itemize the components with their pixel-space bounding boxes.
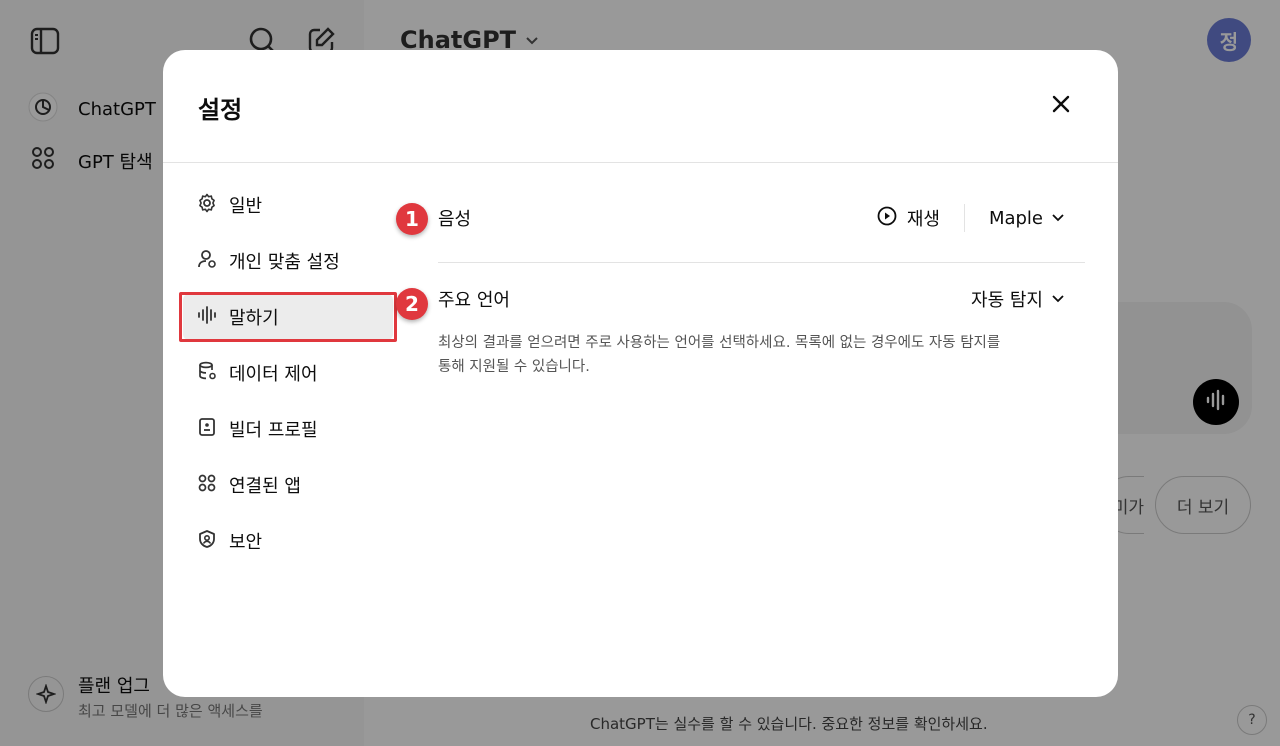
chevron-down-icon	[1051, 289, 1065, 310]
tab-label: 연결된 앱	[229, 476, 301, 497]
row-divider	[438, 262, 1085, 263]
voice-value: Maple	[988, 207, 1043, 229]
voice-label: 음성	[438, 209, 472, 230]
tab-label: 데이터 제어	[229, 364, 318, 385]
language-row: 주요 언어 자동 탐지	[438, 277, 1085, 321]
gear-icon	[197, 193, 217, 218]
close-button[interactable]	[1047, 92, 1075, 120]
modal-divider	[163, 162, 1118, 163]
language-dropdown[interactable]: 자동 탐지	[971, 286, 1085, 312]
tab-label: 개인 맞춤 설정	[229, 252, 340, 273]
language-description: 최상의 결과를 얻으려면 주로 사용하는 언어를 선택하세요. 목록에 없는 경…	[438, 335, 1001, 375]
tab-general[interactable]: 일반	[183, 182, 393, 228]
tab-builder-profile[interactable]: 빌더 프로필	[183, 406, 393, 452]
tab-speech[interactable]: 말하기	[179, 292, 397, 342]
tab-security[interactable]: 보안	[183, 518, 393, 564]
annotation-badge-1: 1	[396, 203, 428, 235]
modal-title: 설정	[198, 96, 243, 124]
database-icon	[197, 361, 217, 386]
waveform-icon	[197, 305, 217, 330]
tab-label: 빌더 프로필	[229, 420, 318, 441]
annotation-badge-2: 2	[396, 288, 428, 320]
settings-modal: 설정 일반 개인 맞춤 설정 말하기 데이터 제어 빌더 프로필 연결된 앱 보…	[163, 50, 1118, 697]
id-card-icon	[197, 417, 217, 442]
language-value: 자동 탐지	[971, 290, 1043, 311]
tab-label: 말하기	[229, 308, 279, 329]
chevron-down-icon	[1051, 208, 1065, 229]
language-label: 주요 언어	[438, 290, 510, 311]
tab-label: 일반	[229, 196, 263, 217]
tab-label: 보안	[229, 532, 263, 553]
voice-dropdown[interactable]: Maple	[989, 208, 1085, 229]
speech-settings: 음성 재생 Maple 주요 언어 자동 탐지 최상의 결과를 얻으려면 주로 …	[438, 190, 1085, 379]
play-button[interactable]: 재생	[877, 204, 965, 232]
tab-connected-apps[interactable]: 연결된 앱	[183, 462, 393, 508]
play-label: 재생	[906, 209, 940, 230]
close-icon	[1052, 95, 1070, 117]
settings-nav: 일반 개인 맞춤 설정 말하기 데이터 제어 빌더 프로필 연결된 앱 보안	[179, 182, 397, 574]
play-icon	[877, 206, 897, 231]
voice-row: 음성 재생 Maple	[438, 190, 1085, 246]
apps-icon	[197, 473, 217, 498]
shield-icon	[197, 529, 217, 554]
person-icon	[197, 249, 217, 274]
tab-personalization[interactable]: 개인 맞춤 설정	[183, 238, 393, 284]
tab-data-controls[interactable]: 데이터 제어	[183, 350, 393, 396]
